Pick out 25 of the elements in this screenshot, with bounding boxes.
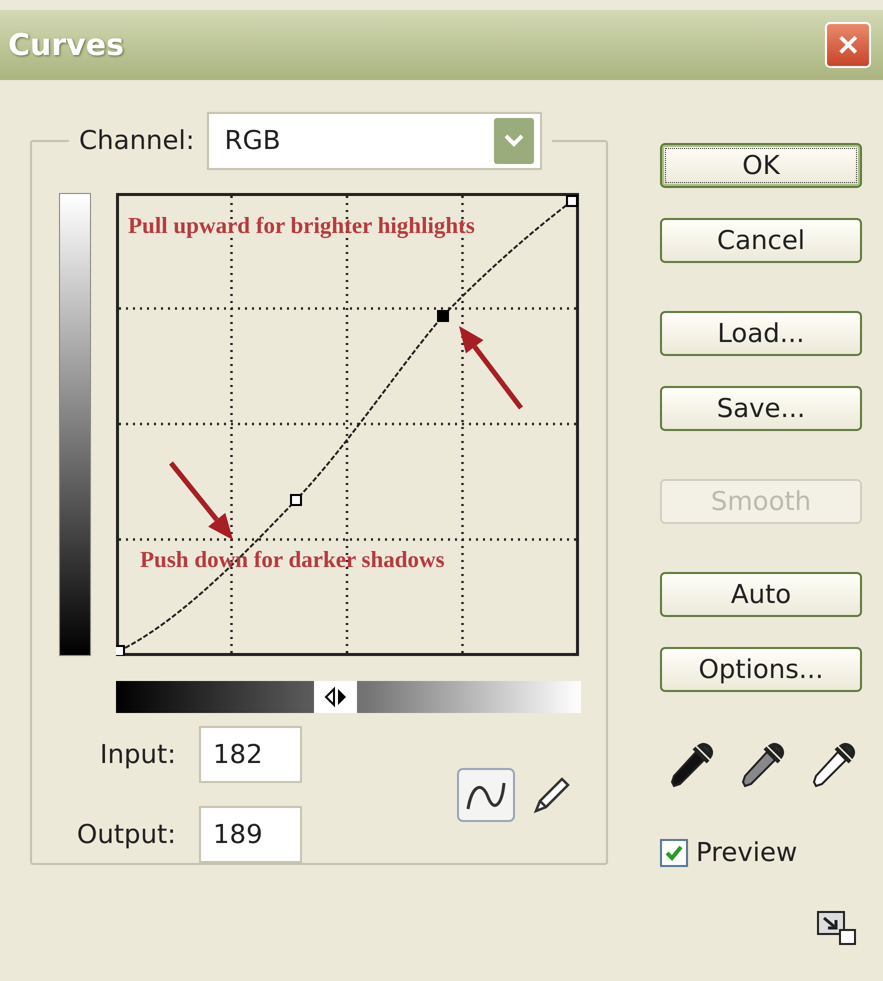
annotation-text: Pull upward for brighter highlights: [128, 213, 475, 239]
resize-icon[interactable]: [816, 910, 858, 946]
chevron-icon: [494, 118, 534, 164]
dialog-button[interactable]: Save...: [660, 386, 862, 431]
slider-handle[interactable]: [314, 681, 357, 713]
curve-tool-button[interactable]: [457, 768, 515, 822]
control-point[interactable]: [290, 494, 302, 506]
control-point[interactable]: [116, 645, 125, 656]
dialog-button[interactable]: Auto: [660, 572, 862, 617]
value-field[interactable]: 189: [199, 806, 302, 863]
dialog-button[interactable]: Load...: [660, 311, 862, 356]
close-button[interactable]: ✕: [825, 22, 871, 68]
channel-label: Channel:: [79, 126, 195, 156]
dialog-button[interactable]: Cancel: [660, 218, 862, 263]
dialog-button[interactable]: Options...: [660, 647, 862, 692]
field-label: Output:: [76, 820, 176, 850]
window-title: Curves: [8, 28, 124, 62]
channel-dropdown[interactable]: RGB: [206, 112, 542, 170]
value-field[interactable]: 182: [199, 726, 302, 783]
preview-label: Preview: [696, 838, 798, 868]
field-label: Input:: [98, 740, 176, 770]
checkmark-icon: [664, 843, 684, 863]
control-point[interactable]: [566, 195, 578, 207]
preview-checkbox[interactable]: [660, 839, 688, 867]
dialog-button[interactable]: OK: [660, 143, 862, 188]
